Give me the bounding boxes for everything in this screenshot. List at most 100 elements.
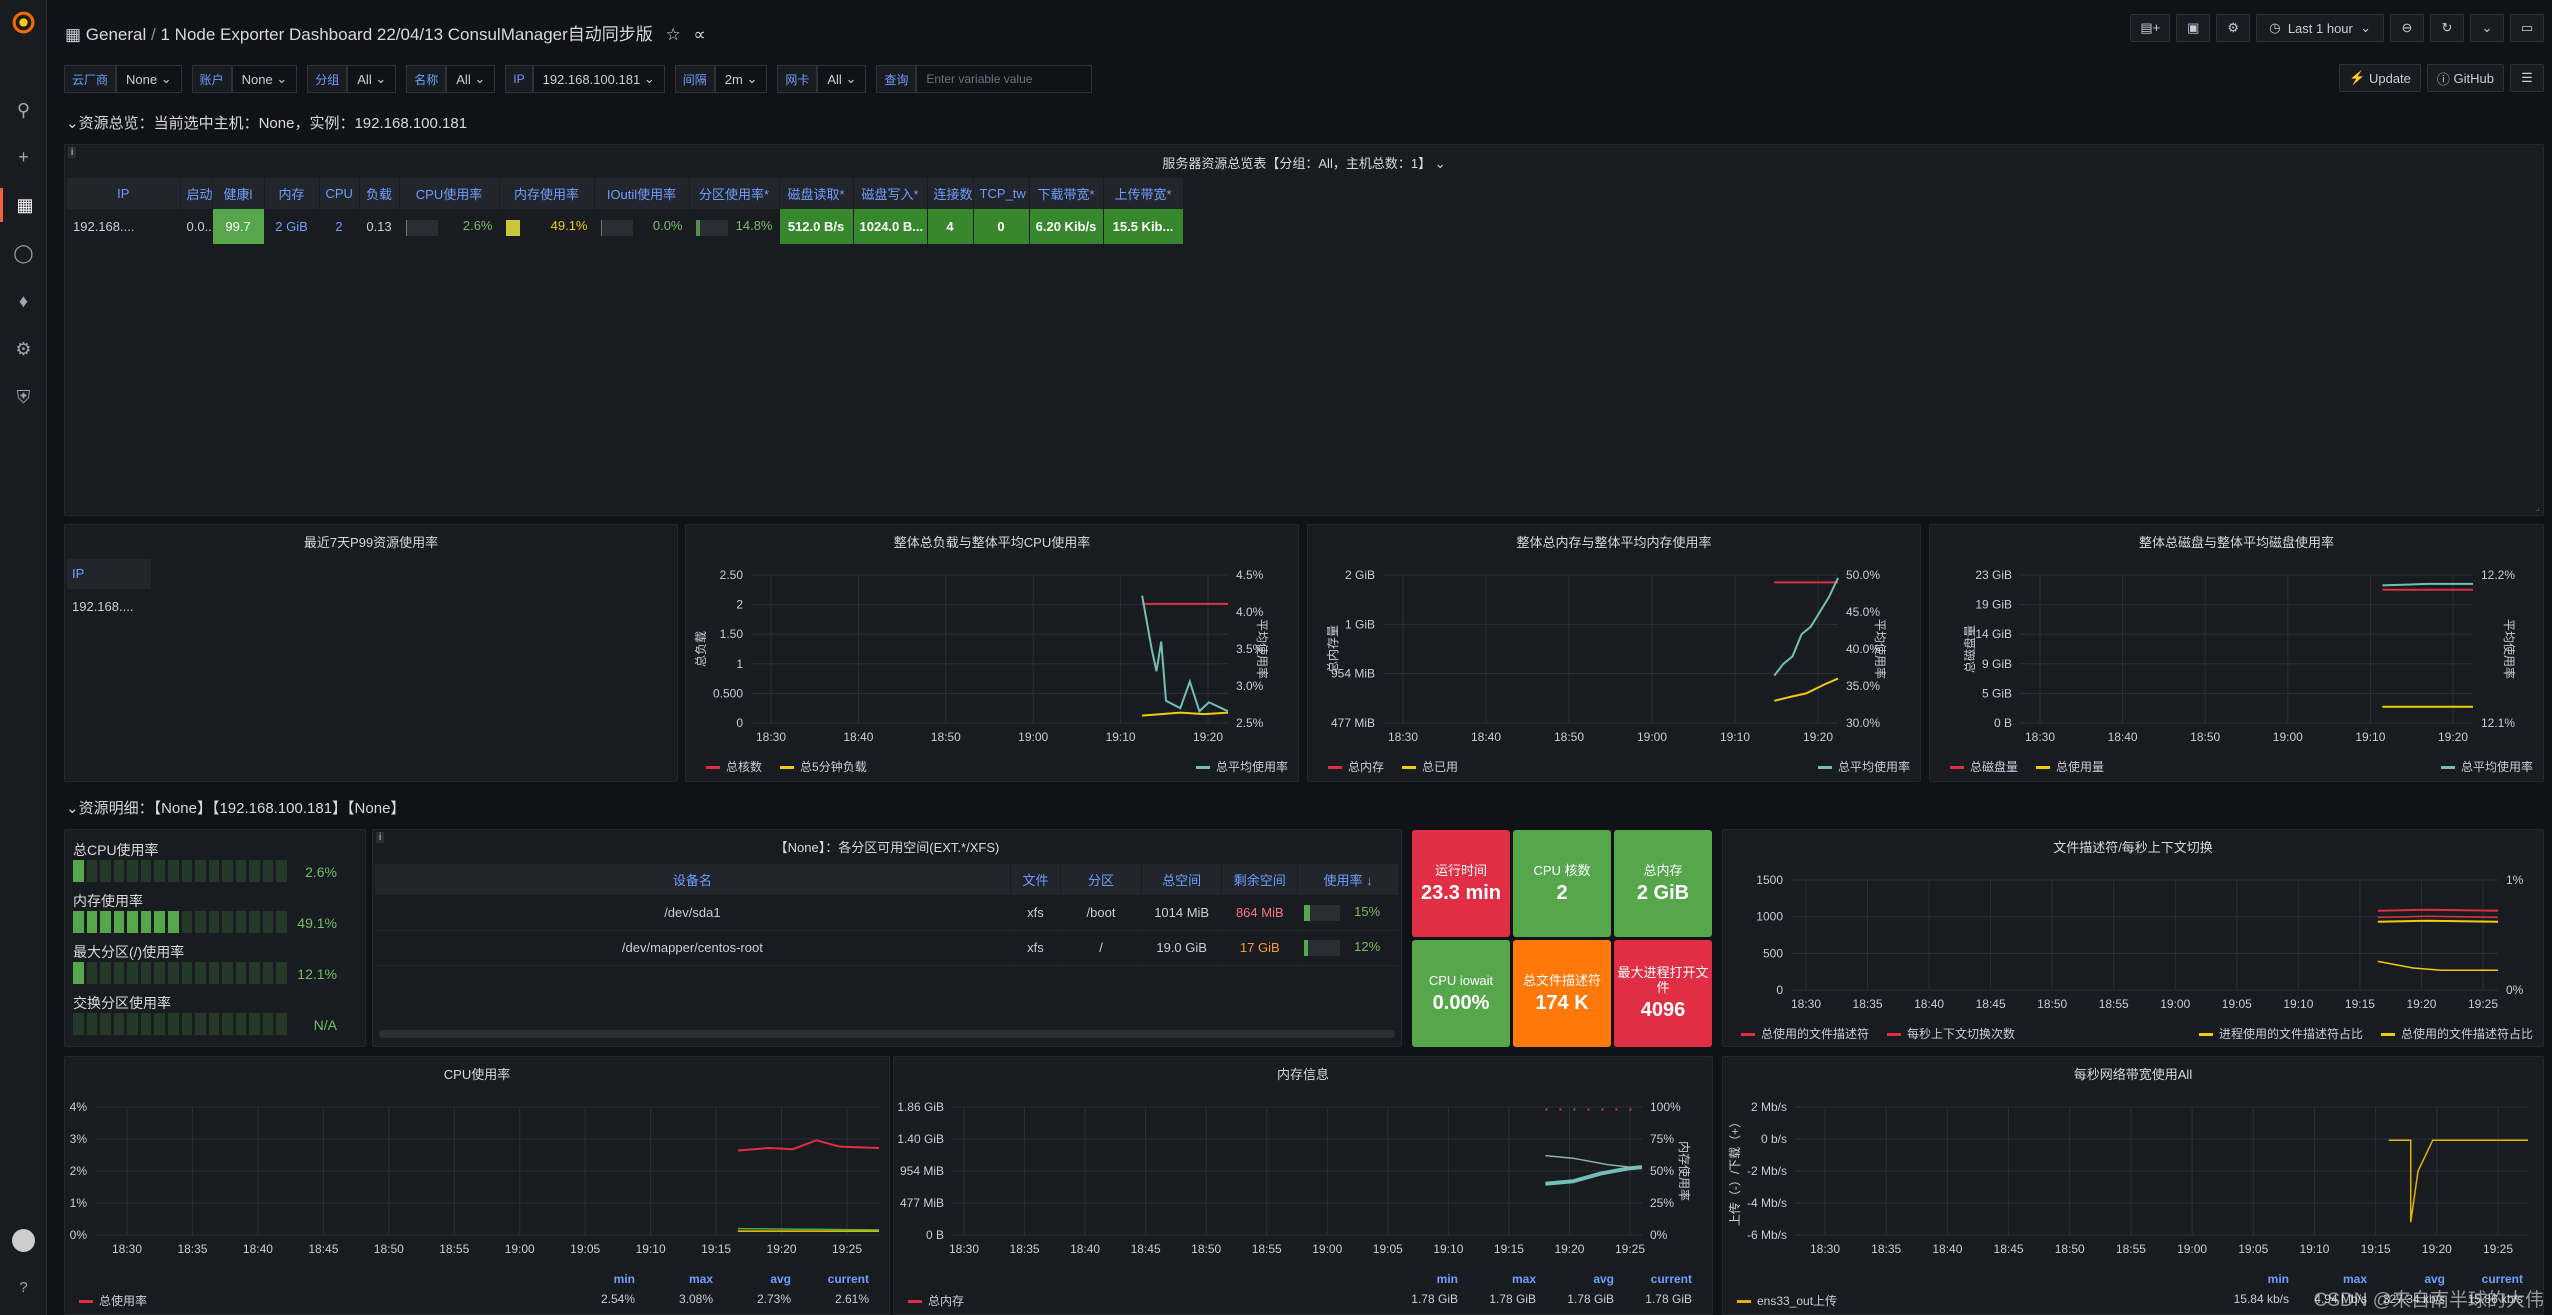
legend-stat-header[interactable]: max [1458,1272,1536,1286]
overview-col-header[interactable]: 启动( [180,178,213,209]
legend-item[interactable]: 总核数 [706,758,762,775]
legend-item[interactable]: 每秒上下文切换次数 [1887,1025,2015,1042]
legend-stat-header[interactable]: max [635,1272,713,1286]
star-icon[interactable]: ☆ [666,25,681,44]
legend-row[interactable]: 总使用率 2.54% 3.08% 2.73% 2.61% [79,1292,869,1309]
overview-col-header[interactable]: 连接数 [927,178,974,209]
legend-item[interactable]: 总平均使用率 [1817,758,1910,775]
bell-icon[interactable]: ♦ [0,284,47,318]
variable-select-cloud[interactable]: None ⌄ [116,65,182,93]
stat-tile[interactable]: 最大进程打开文件 4096 [1614,940,1712,1047]
refresh-button[interactable]: ↻ [2430,14,2464,42]
table-row[interactable]: 192.168.... 0.0... 99.7 2 GiB 2 0.13 2.6% 49.1%… [67,209,1184,244]
explore-icon[interactable]: ◯ [0,236,47,270]
overview-col-header[interactable]: 下载带宽* [1029,178,1104,209]
stat-tile[interactable]: CPU iowait 0.00% [1412,940,1510,1047]
stat-tile[interactable]: 总内存 2 GiB [1614,830,1712,937]
legend-stat-header[interactable]: max [2289,1272,2367,1286]
shield-icon[interactable]: ⛨ [0,380,47,414]
panel-title[interactable]: 最近7天P99资源使用率 [65,532,677,551]
query-input[interactable]: Enter variable value [916,65,1093,93]
table-row[interactable]: /dev/sda1 xfs/boot 1014 MiB 864 MiB 15% [375,895,1399,930]
overview-col-header[interactable]: 上传带宽* [1103,178,1184,209]
panel-title[interactable]: 服务器资源总览表【分组：All，主机总数：1】 ⌄ [65,153,2543,172]
variable-select-ip[interactable]: 192.168.100.181 ⌄ [532,65,665,93]
legend-stat-header[interactable]: min [1380,1272,1458,1286]
table-header-ip[interactable]: IP [67,559,151,589]
legend-item[interactable]: 总5分钟负载 [780,758,867,775]
legend-stat-header[interactable]: avg [2367,1272,2445,1286]
variable-select-name[interactable]: All ⌄ [446,65,496,93]
legend-item[interactable]: 进程使用的文件描述符占比 [2198,1025,2363,1042]
chart-svg[interactable]: 2 GiB1 GiB954 MiB477 MiB50.0%45.0%40.0%3… [1308,525,1920,781]
time-picker-button[interactable]: ◷ Last 1 hour ⌄ [2256,14,2384,42]
col-usage[interactable]: 使用率 ↓ [1297,864,1399,895]
help-icon[interactable]: ? [0,1270,47,1304]
col-device[interactable]: 设备名 [375,864,1011,895]
overview-col-header[interactable]: TCP_tw [973,178,1030,209]
dashboards-icon[interactable]: ▦ [0,188,47,222]
dashboard-settings-button[interactable]: ⚙ [2216,14,2251,42]
legend-item[interactable]: 总平均使用率 [2440,758,2533,775]
avatar[interactable] [12,1229,35,1252]
chart-svg[interactable]: 2.5021.5010.50004.5%4.0%3.5%3.0%2.5%18:3… [686,525,1298,781]
legend-stat-header[interactable]: current [2445,1272,2523,1286]
legend-item[interactable]: 总使用的文件描述符占比 [2380,1025,2533,1042]
stat-tile[interactable]: CPU 核数 2 [1513,830,1611,937]
legend-stat-header[interactable]: current [1614,1272,1692,1286]
github-link[interactable]: ⓘ GitHub [2426,64,2504,92]
overview-col-header[interactable]: 磁盘读取* [779,178,854,209]
plus-icon[interactable]: + [0,140,47,174]
legend-item[interactable]: 总平均使用率 [1195,758,1288,775]
legend-item[interactable]: 总使用量 [2036,758,2104,775]
dashboard-title[interactable]: 1 Node Exporter Dashboard 22/04/13 Consu… [160,25,652,44]
gear-icon[interactable]: ⚙ [0,332,47,366]
legend-item[interactable]: 总内存 [1328,758,1384,775]
legend-stat-header[interactable]: min [2211,1272,2289,1286]
legend-stat-header[interactable]: current [791,1272,869,1286]
zoom-out-button[interactable]: ⊖ [2390,14,2424,42]
overview-col-header[interactable]: CPU使用率 [399,178,500,209]
legend-item[interactable]: 总使用的文件描述符 [1741,1025,1869,1042]
row-overview-title[interactable]: ⌄资源总览：当前选中主机：None，实例：192.168.100.181 [66,112,467,133]
legend-item[interactable]: 总磁盘量 [1950,758,2018,775]
overview-col-header[interactable]: CPU [319,178,360,209]
row-details-title[interactable]: ⌄资源明细：【None】【192.168.100.181】【None】 [66,797,405,818]
legend-stat-header[interactable]: avg [1536,1272,1614,1286]
variable-select-account[interactable]: None ⌄ [231,65,298,93]
overview-col-header[interactable]: 分区使用率* [689,178,780,209]
col-free[interactable]: 剩余空间 [1221,864,1299,895]
variable-select-nic[interactable]: All ⌄ [817,65,867,93]
overview-col-header[interactable]: 磁盘写入* [853,178,928,209]
resize-handle-icon[interactable]: ⌟ [2535,502,2540,513]
breadcrumb-folder[interactable]: General [86,25,146,44]
menu-button[interactable]: ☰ [2510,64,2544,92]
legend-stat-header[interactable]: avg [713,1272,791,1286]
tv-mode-button[interactable]: ▭ [2510,14,2544,42]
horizontal-scrollbar[interactable] [379,1030,1395,1038]
save-dashboard-button[interactable]: ▣ [2176,14,2211,42]
overview-col-header[interactable]: 内存 [264,178,320,209]
overview-col-header[interactable]: 健康l [212,178,265,209]
overview-col-header[interactable]: IOutil使用率 [594,178,690,209]
chart-svg[interactable]: 1500 1000 500 0 1% 0% 18:30 18:35 18:40 18:45 18:5… [1723,830,2543,1046]
col-mount[interactable]: 分区 [1060,864,1142,895]
table-row[interactable]: /dev/mapper/centos-root xfs/19.0 GiB 17 Gi… [375,930,1399,965]
stat-tile[interactable]: 总文件描述符 174 K [1513,940,1611,1047]
search-icon[interactable]: ⚲ [0,93,47,127]
grafana-logo-icon[interactable] [11,10,36,35]
legend-item[interactable]: 总已用 [1402,758,1458,775]
col-fs[interactable]: 文件 [1010,864,1062,895]
share-icon[interactable]: ∝ [694,25,706,44]
overview-col-header[interactable]: IP [67,178,181,209]
update-link[interactable]: ⚡ Update [2339,64,2421,92]
add-panel-button[interactable]: ▤+ [2130,14,2171,42]
col-total[interactable]: 总空间 [1141,864,1223,895]
overview-col-header[interactable]: 内存使用率 [499,178,595,209]
variable-select-group[interactable]: All ⌄ [347,65,397,93]
legend-stat-header[interactable]: min [557,1272,635,1286]
refresh-interval-button[interactable]: ⌄ [2470,14,2504,42]
overview-col-header[interactable]: 负载 [359,178,400,209]
chart-svg[interactable]: 23 GiB 19 GiB 14 GiB 9 GiB 5 GiB 0 B 12.2% 12.1… [1930,525,2543,781]
panel-title[interactable]: 【None】：各分区可用空间(EXT.*/XFS) [373,837,1401,856]
